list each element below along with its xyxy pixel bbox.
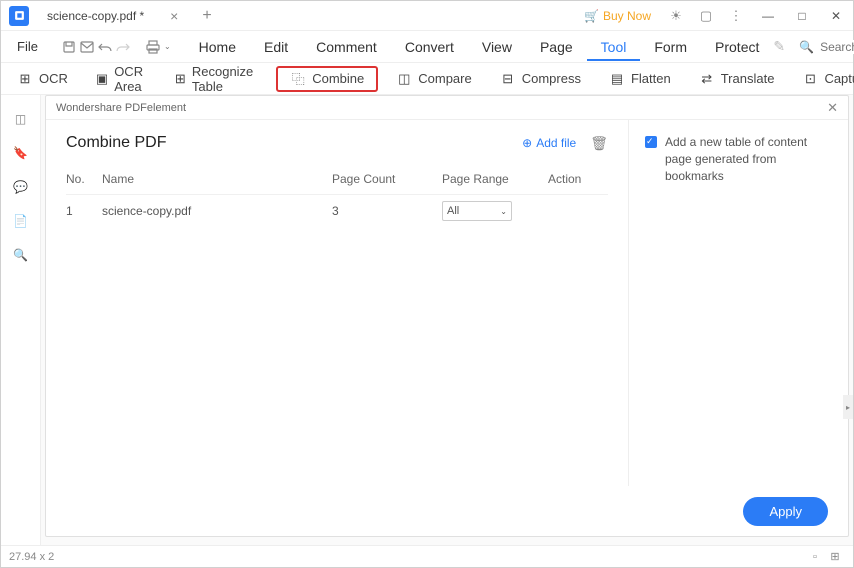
toc-option-label: Add a new table of content page generate…	[665, 134, 832, 184]
panel-title: Wondershare PDFelement	[56, 102, 186, 114]
tool-capture[interactable]: ⊡Capture	[792, 67, 854, 91]
notification-icon[interactable]: ☀	[665, 5, 687, 27]
tab-title: science-copy.pdf *	[47, 9, 144, 23]
maximize-button[interactable]: □	[789, 5, 815, 27]
search-tools-input[interactable]	[820, 40, 854, 54]
panel-heading: Combine PDF	[66, 134, 166, 152]
undo-icon[interactable]	[98, 35, 112, 59]
search-icon: 🔍	[799, 40, 814, 54]
close-button[interactable]: ✕	[823, 5, 849, 27]
menu-convert[interactable]: Convert	[391, 39, 468, 55]
menu-edit[interactable]: Edit	[250, 39, 302, 55]
menu-tool[interactable]: Tool	[587, 39, 641, 61]
save-icon[interactable]	[62, 35, 76, 59]
translate-icon: ⇄	[699, 71, 715, 87]
panel-titlebar: Wondershare PDFelement ✕	[46, 96, 848, 120]
table-icon: ⊞	[175, 71, 186, 87]
menu-file[interactable]: File	[7, 39, 48, 54]
menu-view[interactable]: View	[468, 39, 526, 55]
tool-compress[interactable]: ⊟Compress	[490, 67, 591, 91]
row-name: science-copy.pdf	[102, 204, 332, 218]
search-side-icon[interactable]: 🔍	[11, 245, 31, 265]
row-no: 1	[66, 204, 102, 218]
combine-panel: Wondershare PDFelement ✕ Combine PDF ⊕ A…	[45, 95, 849, 537]
col-page-range: Page Range	[442, 172, 548, 186]
tool-translate[interactable]: ⇄Translate	[689, 67, 785, 91]
statusbar: 27.94 x 2 ▫ ⊞	[1, 545, 853, 567]
chevron-down-icon: ⌄	[500, 207, 507, 216]
table-row[interactable]: 1 science-copy.pdf 3 All ⌄	[66, 195, 608, 227]
panel-close-icon[interactable]: ✕	[827, 100, 838, 116]
buy-now-label: Buy Now	[603, 9, 651, 23]
redo-icon[interactable]	[116, 35, 130, 59]
content-area: ◫ 🔖 💬 📄 🔍 Wondershare PDFelement ✕ Combi…	[1, 95, 853, 545]
combine-icon: ⿻	[290, 71, 306, 87]
thumbnails-icon[interactable]: ◫	[11, 109, 31, 129]
flatten-icon: ▤	[609, 71, 625, 87]
menu-page[interactable]: Page	[526, 39, 587, 55]
menu-protect[interactable]: Protect	[701, 39, 773, 55]
document-tab[interactable]: science-copy.pdf * ×	[35, 2, 190, 30]
menu-form[interactable]: Form	[640, 39, 701, 55]
page-range-select[interactable]: All ⌄	[442, 201, 512, 221]
new-tab-button[interactable]: +	[202, 7, 211, 25]
plus-icon: ⊕	[522, 136, 532, 150]
col-name: Name	[102, 172, 332, 186]
col-page-count: Page Count	[332, 172, 442, 186]
pencil-icon[interactable]: ✎	[773, 38, 785, 55]
compress-icon: ⊟	[500, 71, 516, 87]
page-range-value: All	[447, 205, 459, 217]
tab-close-icon[interactable]: ×	[170, 8, 178, 24]
ocr-icon: ⊞	[17, 71, 33, 87]
more-icon[interactable]: ⋮	[725, 5, 747, 27]
delete-icon[interactable]: 🗑	[590, 135, 608, 152]
panel-side: Add a new table of content page generate…	[628, 120, 848, 486]
col-action: Action	[548, 172, 608, 186]
attachments-icon[interactable]: 📄	[11, 211, 31, 231]
page-dimensions: 27.94 x 2	[9, 551, 54, 563]
print-dropdown-icon[interactable]: ⌄	[164, 35, 171, 59]
add-file-label: Add file	[536, 136, 576, 150]
search-tools[interactable]: 🔍	[791, 40, 854, 54]
menubar: File ⌄ Home Edit Comment Convert View Pa…	[1, 31, 853, 63]
titlebar: science-copy.pdf * × + 🛒 Buy Now ☀ ▢ ⋮ —…	[1, 1, 853, 31]
view-mode-2-icon[interactable]: ⊞	[825, 548, 845, 566]
ocr-area-icon: ▣	[96, 71, 108, 87]
menu-comment[interactable]: Comment	[302, 39, 391, 55]
compare-icon: ◫	[396, 71, 412, 87]
side-toolbar: ◫ 🔖 💬 📄 🔍	[1, 95, 41, 545]
tool-combine[interactable]: ⿻Combine	[276, 66, 378, 92]
app-icon	[9, 6, 29, 26]
toc-option[interactable]: Add a new table of content page generate…	[645, 134, 832, 184]
side-expand-handle[interactable]: ▸	[843, 395, 853, 419]
files-table: No. Name Page Count Page Range Action 1 …	[66, 164, 608, 227]
tool-recognize-table[interactable]: ⊞Recognize Table	[165, 60, 268, 98]
view-mode-1-icon[interactable]: ▫	[805, 548, 825, 566]
row-page-count: 3	[332, 204, 442, 218]
menu-home[interactable]: Home	[185, 39, 250, 55]
col-no: No.	[66, 172, 102, 186]
capture-icon: ⊡	[802, 71, 818, 87]
apply-button[interactable]: Apply	[743, 497, 828, 526]
tool-compare[interactable]: ◫Compare	[386, 67, 481, 91]
comments-icon[interactable]: 💬	[11, 177, 31, 197]
cart-icon: 🛒	[584, 9, 599, 23]
checkbox-checked-icon[interactable]	[645, 136, 657, 148]
tool-flatten[interactable]: ▤Flatten	[599, 67, 681, 91]
buy-now-button[interactable]: 🛒 Buy Now	[578, 9, 657, 23]
add-file-button[interactable]: ⊕ Add file	[522, 136, 576, 150]
bookmarks-icon[interactable]: 🔖	[11, 143, 31, 163]
message-icon[interactable]: ▢	[695, 5, 717, 27]
minimize-button[interactable]: —	[755, 5, 781, 27]
tool-ocr[interactable]: ⊞OCR	[7, 67, 78, 91]
toolbar: ⊞OCR ▣OCR Area ⊞Recognize Table ⿻Combine…	[1, 63, 853, 95]
mail-icon[interactable]	[80, 35, 94, 59]
tool-ocr-area[interactable]: ▣OCR Area	[86, 60, 157, 98]
print-icon[interactable]	[146, 35, 160, 59]
